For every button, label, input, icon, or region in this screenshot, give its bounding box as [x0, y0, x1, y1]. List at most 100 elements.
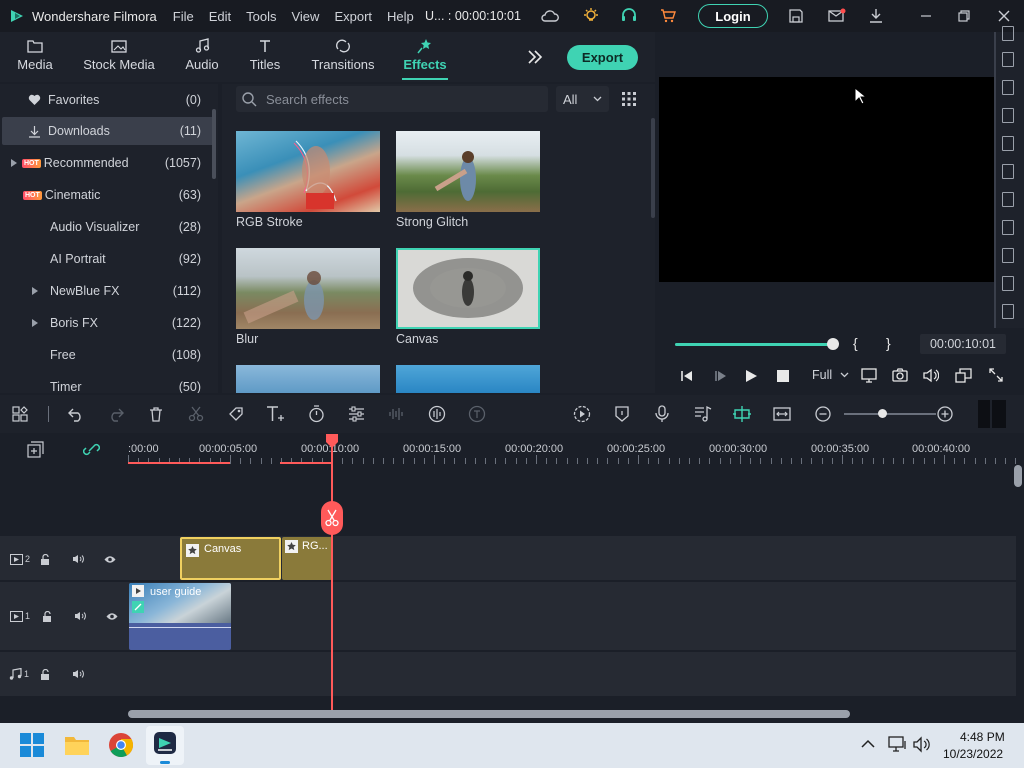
- sidebar-item-downloads[interactable]: Downloads (11): [2, 117, 214, 145]
- step-back-icon[interactable]: [680, 369, 694, 383]
- effect-thumbnail-rgb-stroke[interactable]: [236, 131, 380, 212]
- speaker-icon[interactable]: [913, 736, 931, 753]
- snapshot-camera-icon[interactable]: [892, 368, 908, 383]
- double-chevron-right-icon[interactable]: [527, 50, 543, 64]
- expand-arrow-icon[interactable]: [11, 159, 17, 167]
- sidebar-item-newblue-fx[interactable]: NewBlue FX (112): [2, 277, 214, 305]
- cloud-icon[interactable]: [541, 8, 559, 24]
- quality-dropdown[interactable]: Full: [812, 368, 849, 382]
- sidebar-item-recommended[interactable]: HOT Recommended (1057): [2, 149, 214, 177]
- tab-audio[interactable]: Audio: [180, 32, 224, 82]
- filter-dropdown[interactable]: All: [556, 86, 609, 112]
- eye-icon[interactable]: [106, 612, 118, 621]
- taskbar-filmora-active[interactable]: [146, 726, 184, 765]
- link-icon[interactable]: [83, 442, 100, 457]
- sidebar-item-audio-visualizer[interactable]: Audio Visualizer (28): [2, 213, 214, 241]
- save-icon[interactable]: [788, 8, 804, 24]
- effect-thumbnail-partial[interactable]: [236, 365, 380, 393]
- video-clip-user-guide[interactable]: user guide: [129, 583, 231, 650]
- tab-transitions[interactable]: Transitions: [310, 32, 376, 82]
- menu-file[interactable]: File: [173, 9, 194, 24]
- speech-to-text-icon[interactable]: [468, 405, 486, 423]
- effect-clip-rgb[interactable]: RG...: [282, 537, 332, 580]
- sidebar-item-favorites[interactable]: Favorites (0): [2, 86, 214, 114]
- step-forward-icon[interactable]: [712, 369, 726, 383]
- play-icon[interactable]: [745, 369, 758, 383]
- mark-out-icon[interactable]: }: [886, 335, 891, 351]
- sidebar-item-cinematic[interactable]: HOT Cinematic (63): [2, 181, 214, 209]
- chevron-up-icon[interactable]: [861, 739, 875, 749]
- tag-icon[interactable]: [228, 406, 244, 422]
- toolbar-box-icon[interactable]: [1002, 248, 1014, 263]
- download-update-icon[interactable]: [868, 8, 884, 24]
- volume-icon[interactable]: [72, 554, 84, 564]
- cart-icon[interactable]: [660, 8, 676, 24]
- search-effects-input[interactable]: Search effects: [236, 86, 548, 112]
- file-explorer-icon[interactable]: [64, 733, 90, 757]
- lock-icon[interactable]: [40, 553, 51, 565]
- playback-progress-knob[interactable]: [827, 338, 839, 350]
- timeline-horizontal-scrollbar[interactable]: [128, 710, 850, 718]
- volume-icon[interactable]: [74, 611, 86, 621]
- render-preview-icon[interactable]: [573, 405, 591, 423]
- undo-icon[interactable]: [68, 406, 84, 422]
- toolbar-box-icon[interactable]: [1002, 304, 1014, 319]
- volume-icon[interactable]: [923, 368, 939, 383]
- restore-icon[interactable]: [956, 8, 972, 24]
- stop-icon[interactable]: [777, 370, 789, 382]
- menu-edit[interactable]: Edit: [209, 9, 231, 24]
- sidebar-item-timer[interactable]: Timer (50): [2, 373, 214, 393]
- panel-toggle[interactable]: [978, 400, 990, 428]
- zoom-slider-knob[interactable]: [878, 409, 887, 418]
- expand-arrow-icon[interactable]: [32, 319, 38, 327]
- add-text-icon[interactable]: [266, 405, 286, 423]
- menu-view[interactable]: View: [291, 9, 319, 24]
- bulb-icon[interactable]: [582, 7, 600, 25]
- export-button[interactable]: Export: [567, 45, 638, 70]
- close-icon[interactable]: [996, 8, 1012, 24]
- sidebar-scrollbar[interactable]: [212, 109, 216, 179]
- volume-icon[interactable]: [72, 669, 84, 679]
- gallery-scrollbar[interactable]: [651, 118, 655, 218]
- lock-icon[interactable]: [40, 668, 51, 680]
- tab-titles[interactable]: Titles: [245, 32, 285, 82]
- effect-thumbnail-partial[interactable]: [396, 365, 540, 393]
- timeline-vertical-scrollbar[interactable]: [1014, 465, 1022, 487]
- mark-in-icon[interactable]: {: [853, 335, 858, 351]
- playhead-line[interactable]: [331, 440, 333, 710]
- toolbar-box-icon[interactable]: [1002, 192, 1014, 207]
- add-track-icon[interactable]: [27, 441, 44, 458]
- adjust-sliders-icon[interactable]: [348, 406, 365, 422]
- support-headset-icon[interactable]: [620, 7, 638, 25]
- playhead-handle[interactable]: [325, 434, 339, 448]
- delete-icon[interactable]: [148, 406, 164, 422]
- zoom-in-icon[interactable]: [937, 406, 953, 422]
- eye-icon[interactable]: [104, 555, 116, 564]
- toolbar-box-icon[interactable]: [1002, 80, 1014, 95]
- preview-canvas[interactable]: [659, 77, 995, 282]
- audio-mix-icon[interactable]: [428, 405, 446, 423]
- minimize-icon[interactable]: [918, 8, 934, 24]
- display-settings-icon[interactable]: [861, 368, 879, 384]
- toolbar-box-icon[interactable]: [1002, 276, 1014, 291]
- zoom-out-icon[interactable]: [815, 406, 831, 422]
- audio-waveform-icon[interactable]: [388, 406, 405, 422]
- layout-icon[interactable]: [12, 406, 28, 422]
- grid-view-icon[interactable]: [622, 92, 636, 106]
- login-button[interactable]: Login: [698, 4, 768, 28]
- speed-timer-icon[interactable]: [308, 405, 325, 423]
- menu-help[interactable]: Help: [387, 9, 414, 24]
- effect-thumbnail-canvas[interactable]: [396, 248, 540, 329]
- toolbar-box-icon[interactable]: [1002, 108, 1014, 123]
- sidebar-item-boris-fx[interactable]: Boris FX (122): [2, 309, 214, 337]
- toolbar-box-icon[interactable]: [1002, 52, 1014, 67]
- music-list-icon[interactable]: [694, 405, 712, 423]
- effect-thumbnail-blur[interactable]: [236, 248, 380, 329]
- menu-export[interactable]: Export: [334, 9, 372, 24]
- lock-icon[interactable]: [42, 610, 53, 622]
- snap-magnet-icon[interactable]: [732, 405, 752, 423]
- cut-icon[interactable]: [188, 406, 204, 422]
- chrome-icon[interactable]: [108, 732, 134, 758]
- toolbar-box-icon[interactable]: [1002, 26, 1014, 41]
- toolbar-box-icon[interactable]: [1002, 136, 1014, 151]
